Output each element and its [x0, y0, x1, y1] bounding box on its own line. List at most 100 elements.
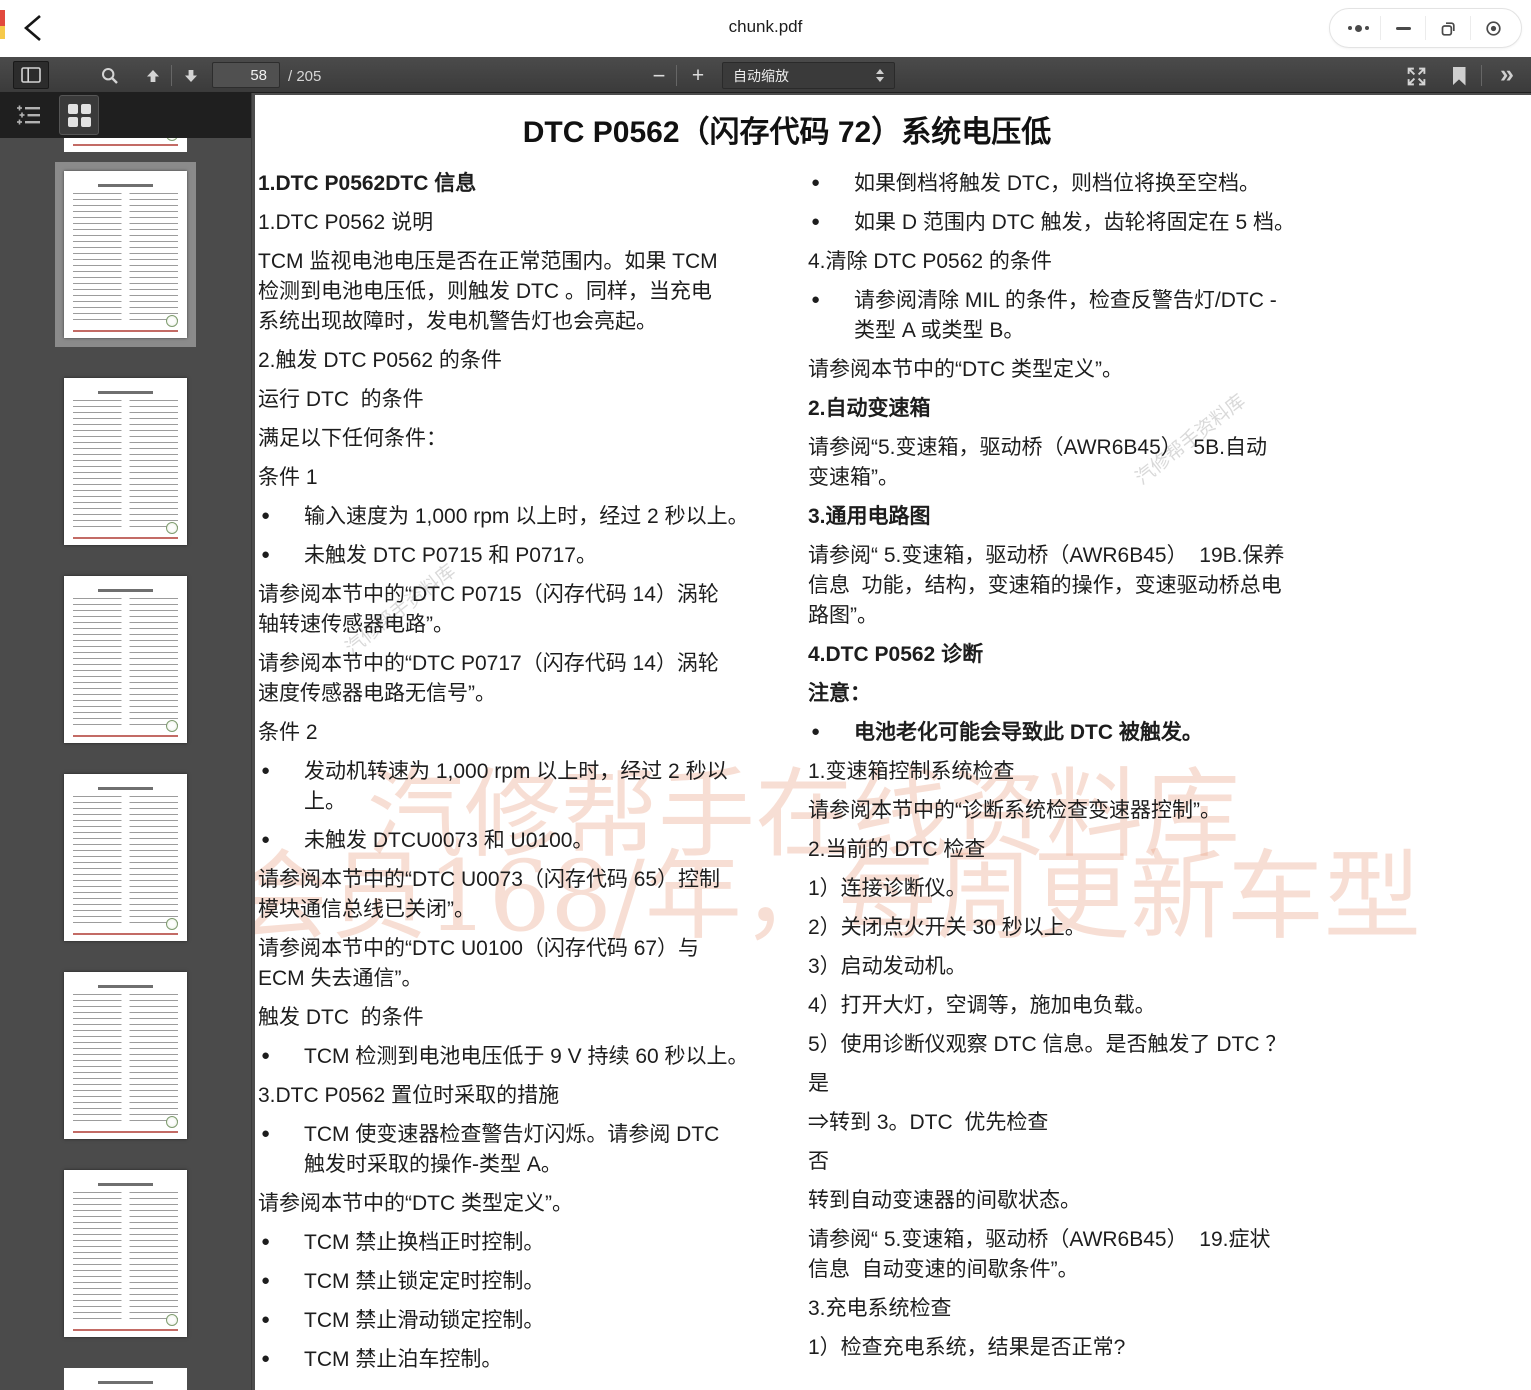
doc-paragraph: TCM 禁止泊车控制。 [258, 1345, 772, 1375]
doc-line: 输入速度为 1,000 rpm 以上时，经过 2 秒以上。 [258, 502, 772, 532]
doc-paragraph: 2.当前的 DTC 检查 [808, 835, 1322, 865]
doc-line: 否 [808, 1147, 1322, 1177]
page-thumbnail[interactable] [64, 774, 187, 941]
doc-line: 请参阅本节中的“DTC P0715（闪存代码 14）涡轮 [258, 580, 772, 610]
thumbnail-page [64, 138, 187, 152]
doc-paragraph: 4.清除 DTC P0562 的条件 [808, 247, 1322, 277]
previous-page-button[interactable] [139, 61, 167, 91]
doc-line: 请参阅本节中的“诊断系统检查变速器控制”。 [808, 796, 1322, 826]
toolbar-overflow-button[interactable]: » [1490, 59, 1524, 89]
doc-paragraph: 请参阅本节中的“DTC U0100（闪存代码 67）与ECM 失去通信”。 [258, 934, 772, 994]
doc-paragraph: TCM 使变速器检查警告灯闪烁。请参阅 DTC触发时采取的操作-类型 A。 [258, 1120, 772, 1180]
doc-paragraph: 转到自动变速器的间歇状态。 [808, 1186, 1322, 1216]
doc-line: 请参阅本节中的“DTC 类型定义”。 [258, 1189, 772, 1219]
bookmark-button[interactable] [1445, 61, 1473, 91]
page-thumbnail-selected[interactable] [55, 162, 196, 347]
page-thumbnail[interactable] [64, 972, 187, 1139]
doc-paragraph: 触发 DTC 的条件 [258, 1003, 772, 1033]
thumbnail-title-line [98, 1381, 152, 1384]
title-bar: chunk.pdf [0, 0, 1531, 57]
doc-line: 1）连接诊断仪。 [808, 874, 1322, 904]
doc-line: 变速箱”。 [808, 463, 1322, 493]
thumbnail-page [64, 972, 187, 1139]
thumbnail-title-line [98, 985, 152, 988]
page-thumbnail[interactable] [64, 576, 187, 743]
doc-paragraph: 3）启动发动机。 [808, 952, 1322, 982]
doc-line: ⇒转到 3。DTC 优先检查 [808, 1108, 1322, 1138]
doc-paragraph: 请参阅本节中的“DTC 类型定义”。 [808, 355, 1322, 385]
doc-line: 4）打开大灯，空调等，施加电负载。 [808, 991, 1322, 1021]
doc-paragraph: 注意： [808, 679, 1322, 709]
restore-window-button[interactable] [1426, 8, 1470, 48]
doc-paragraph: 3.充电系统检查 [808, 1294, 1322, 1324]
doc-paragraph: 条件 1 [258, 463, 772, 493]
doc-line: 请参阅本节中的“DTC U0100（闪存代码 67）与 [258, 934, 772, 964]
doc-line: 信息 自动变速的间歇条件”。 [808, 1255, 1322, 1285]
page-number-input[interactable] [212, 62, 280, 88]
presentation-mode-button[interactable] [1400, 61, 1432, 91]
doc-line: 电池老化可能会导致此 DTC 被触发。 [808, 718, 1322, 748]
doc-paragraph: 请参阅清除 MIL 的条件，检查反警告灯/DTC -类型 A 或类型 B。 [808, 286, 1322, 346]
thumbnail-sidebar [0, 93, 252, 1390]
doc-line: 满足以下任何条件： [258, 424, 772, 454]
doc-line: 请参阅“ 5.变速箱，驱动桥（AWR6B45） 19B.保养 [808, 541, 1322, 571]
sidebar-toggle-button[interactable] [13, 61, 49, 89]
doc-paragraph: 请参阅本节中的“DTC 类型定义”。 [258, 1189, 772, 1219]
doc-paragraph: 1.DTC P0562DTC 信息 [258, 169, 772, 199]
doc-line: 5）使用诊断仪观察 DTC 信息。是否触发了 DTC ？ [808, 1030, 1322, 1060]
thumbnail-page [64, 378, 187, 545]
pdf-toolbar: / 205 − + 自动缩放 » [0, 57, 1531, 93]
more-icon [1348, 25, 1369, 32]
zoom-out-button[interactable]: − [645, 61, 673, 91]
doc-paragraph: 未触发 DTC P0715 和 P0717。 [258, 541, 772, 571]
search-button[interactable] [96, 61, 124, 91]
thumbnail-stamp-icon [166, 522, 178, 534]
doc-line: 请参阅“5.变速箱，驱动桥（AWR6B45） 5B.自动 [808, 433, 1322, 463]
doc-paragraph: 请参阅“5.变速箱，驱动桥（AWR6B45） 5B.自动变速箱”。 [808, 433, 1322, 493]
doc-line: 请参阅本节中的“DTC U0073（闪存代码 65）控制 [258, 865, 772, 895]
zoom-select[interactable]: 自动缩放 [722, 62, 895, 89]
zoom-in-button[interactable]: + [684, 61, 712, 91]
doc-paragraph: 满足以下任何条件： [258, 424, 772, 454]
doc-paragraph: 运行 DTC 的条件 [258, 385, 772, 415]
bookmark-icon [1453, 67, 1466, 86]
minimize-icon [1396, 27, 1411, 30]
doc-line: TCM 检测到电池电压低于 9 V 持续 60 秒以上。 [258, 1042, 772, 1072]
thumbnail-stamp-icon [166, 1314, 178, 1326]
doc-line: 2.触发 DTC P0562 的条件 [258, 346, 772, 376]
doc-paragraph: 1.变速箱控制系统检查 [808, 757, 1322, 787]
page-thumbnail[interactable] [64, 1170, 187, 1337]
sidebar-toggle-icon [21, 67, 41, 83]
page-thumbnail[interactable] [64, 378, 187, 545]
doc-line: TCM 禁止锁定定时控制。 [258, 1267, 772, 1297]
thumbnail-stamp-icon [166, 315, 178, 327]
doc-line: 系统出现故障时，发电机警告灯也会亮起。 [258, 307, 772, 337]
doc-line: 路图”。 [808, 601, 1322, 631]
doc-paragraph: 如果倒档将触发 DTC，则档位将换至空档。 [808, 169, 1322, 199]
doc-line: 如果 D 范围内 DTC 触发，齿轮将固定在 5 档。 [808, 208, 1322, 238]
doc-line: 注意： [808, 679, 1322, 709]
document-left-column: 1.DTC P0562DTC 信息1.DTC P0562 说明TCM 监视电池电… [258, 169, 772, 1384]
outline-view-button[interactable] [12, 102, 46, 130]
more-options-button[interactable] [1336, 8, 1380, 48]
doc-paragraph: 2.自动变速箱 [808, 394, 1322, 424]
doc-line: 2.当前的 DTC 检查 [808, 835, 1322, 865]
page-thumbnail[interactable] [64, 138, 187, 152]
doc-line: TCM 禁止泊车控制。 [258, 1345, 772, 1375]
doc-line: 1.DTC P0562 说明 [258, 208, 772, 238]
thumbnails-view-button[interactable] [59, 95, 99, 135]
doc-paragraph: 1）连接诊断仪。 [808, 874, 1322, 904]
page-thumbnail[interactable] [64, 1368, 187, 1390]
fullscreen-arrows-icon [1406, 66, 1427, 87]
minimize-button[interactable] [1381, 8, 1425, 48]
doc-paragraph: 请参阅本节中的“DTC U0073（闪存代码 65）控制模块通信总线已关闭”。 [258, 865, 772, 925]
doc-line: 1.DTC P0562DTC 信息 [258, 169, 772, 199]
doc-line: 请参阅本节中的“DTC P0717（闪存代码 14）涡轮 [258, 649, 772, 679]
doc-line: 转到自动变速器的间歇状态。 [808, 1186, 1322, 1216]
next-page-button[interactable] [177, 61, 205, 91]
outline-icon [16, 104, 42, 126]
doc-paragraph: 条件 2 [258, 718, 772, 748]
doc-line: 4.清除 DTC P0562 的条件 [808, 247, 1322, 277]
target-circle-icon [1484, 19, 1503, 38]
close-target-button[interactable] [1471, 8, 1515, 48]
